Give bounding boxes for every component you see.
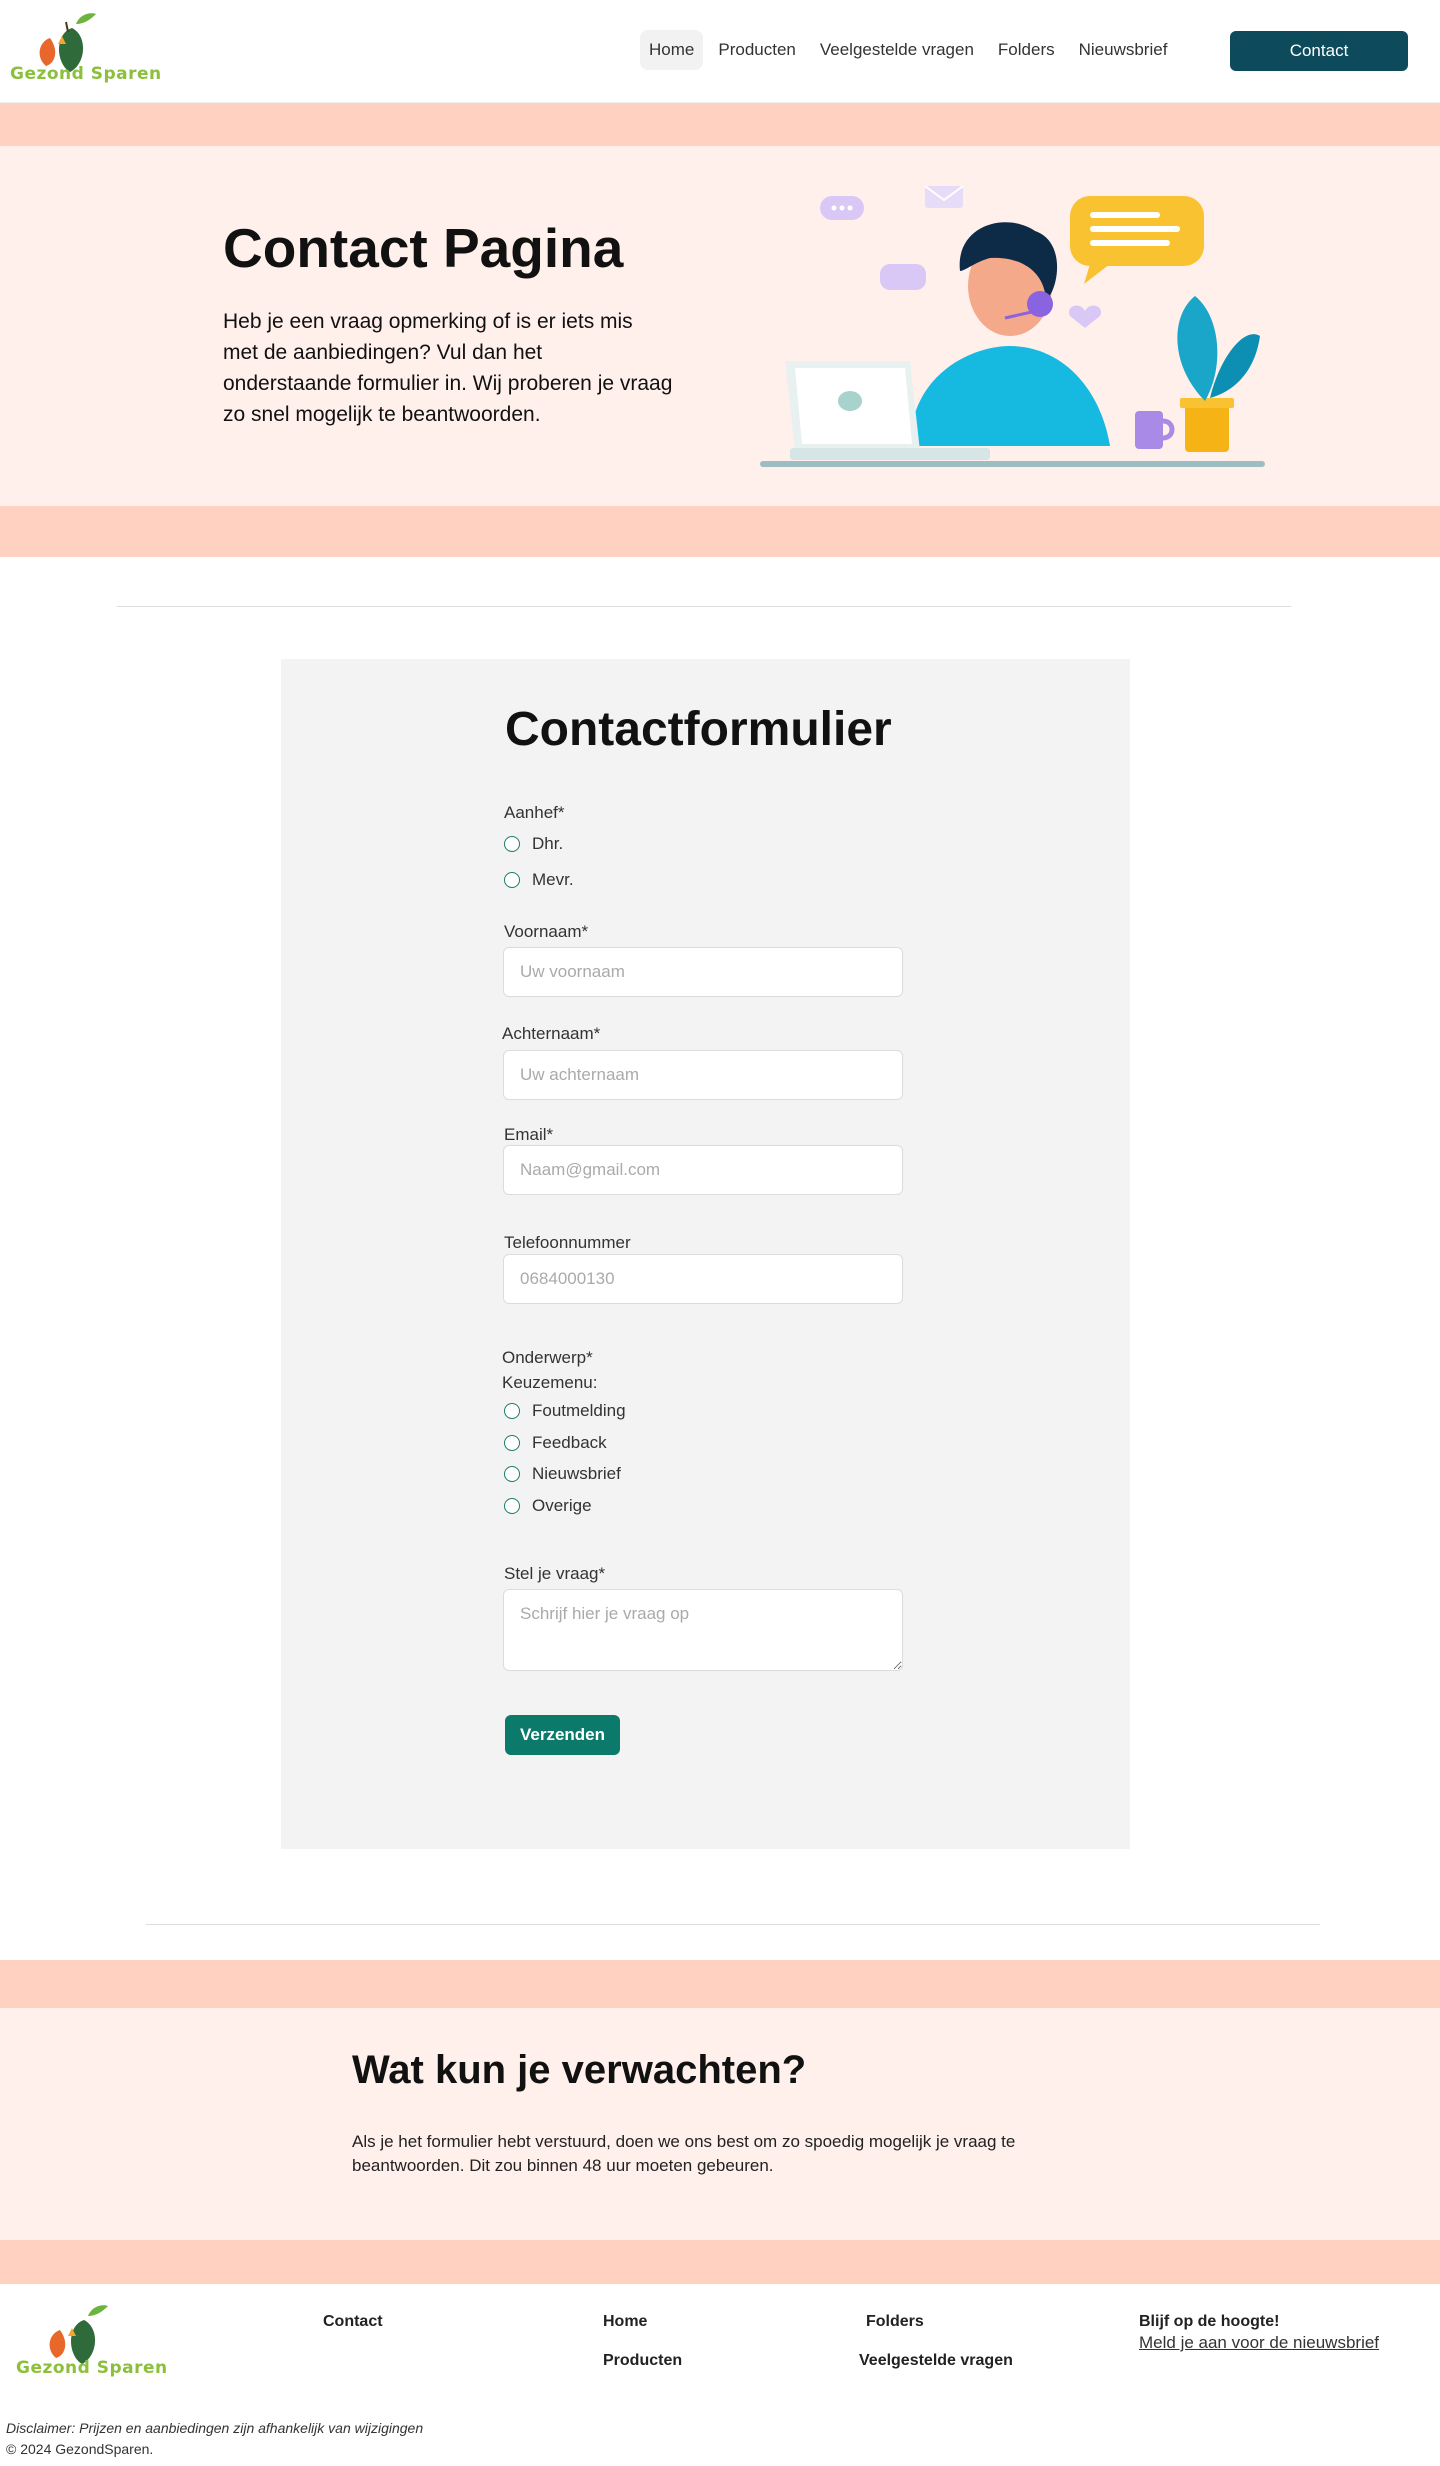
firstname-input[interactable]: [503, 947, 903, 997]
question-textarea[interactable]: [503, 1589, 903, 1671]
lastname-label: Achternaam*: [502, 1024, 601, 1043]
email-input[interactable]: [503, 1145, 903, 1195]
footer-link-faq[interactable]: Veelgestelde vragen: [859, 2352, 1013, 2370]
submit-button[interactable]: Verzenden: [505, 1715, 620, 1755]
footer-logo-text: Gezond Sparen: [16, 2358, 168, 2378]
footer-link-home[interactable]: Home: [603, 2313, 647, 2331]
expect-band-top: [0, 1960, 1440, 2008]
logo-text: Gezond Sparen: [10, 64, 162, 84]
phone-input[interactable]: [503, 1254, 903, 1304]
radio-nieuwsbrief-label: Nieuwsbrief: [532, 1464, 621, 1483]
hero-title: Contact Pagina: [223, 217, 624, 279]
expect-band-bottom: [0, 2240, 1440, 2284]
footer-link-producten[interactable]: Producten: [603, 2352, 682, 2370]
nav-home[interactable]: Home: [640, 30, 704, 70]
firstname-label: Voornaam*: [504, 922, 589, 941]
radio-foutmelding-circle[interactable]: [504, 1403, 520, 1419]
nav-nieuwsbrief[interactable]: Nieuwsbrief: [1070, 30, 1177, 70]
phone-label: Telefoonnummer: [504, 1233, 631, 1252]
newsletter-link[interactable]: Meld je aan voor de nieuwsbrief: [1139, 2333, 1379, 2353]
subject-label: Onderwerp*: [502, 1348, 593, 1367]
radio-mevr[interactable]: Mevr.: [504, 870, 574, 890]
radio-mevr-label: Mevr.: [532, 870, 574, 889]
footer-link-contact[interactable]: Contact: [323, 2313, 383, 2331]
email-label: Email*: [504, 1125, 554, 1144]
radio-dhr-circle[interactable]: [504, 836, 520, 852]
hero-band-top: [0, 103, 1440, 146]
radio-dhr-label: Dhr.: [532, 834, 564, 853]
footer-link-folders[interactable]: Folders: [866, 2313, 924, 2331]
question-label: Stel je vraag*: [504, 1564, 606, 1583]
hero-section: Contact Pagina Heb je een vraag opmerkin…: [0, 146, 1440, 506]
contact-button[interactable]: Contact: [1230, 31, 1408, 71]
expect-title: Wat kun je verwachten?: [352, 2048, 807, 2092]
expect-text: Als je het formulier hebt verstuurd, doe…: [352, 2132, 1016, 2175]
disclaimer: Disclaimer: Prijzen en aanbiedingen zijn…: [6, 2420, 424, 2436]
divider-bottom: [146, 1924, 1320, 1925]
expect-section: Wat kun je verwachten? Als je het formul…: [0, 2008, 1440, 2240]
radio-feedback-label: Feedback: [532, 1433, 607, 1452]
radio-nieuwsbrief-circle[interactable]: [504, 1466, 520, 1482]
divider-top: [117, 606, 1291, 607]
subject-sublabel: Keuzemenu:: [502, 1373, 598, 1392]
radio-overige-label: Overige: [532, 1496, 592, 1515]
customer-support-illustration-icon: [760, 185, 1265, 467]
nav-producten[interactable]: Producten: [709, 30, 805, 70]
radio-feedback-circle[interactable]: [504, 1435, 520, 1451]
radio-foutmelding-label: Foutmelding: [532, 1401, 626, 1420]
form-title: Contactformulier: [505, 703, 892, 756]
radio-feedback[interactable]: Feedback: [504, 1433, 607, 1453]
newsletter-title: Blijf op de hoogte!: [1139, 2313, 1280, 2330]
lastname-input[interactable]: [503, 1050, 903, 1100]
radio-overige-circle[interactable]: [504, 1498, 520, 1514]
main-nav: Home Producten Veelgestelde vragen Folde…: [640, 30, 1176, 70]
nav-veelgestelde-vragen[interactable]: Veelgestelde vragen: [811, 30, 983, 70]
nav-folders[interactable]: Folders: [989, 30, 1064, 70]
copyright: © 2024 GezondSparen.: [6, 2441, 154, 2457]
salutation-label: Aanhef*: [504, 803, 565, 822]
radio-nieuwsbrief[interactable]: Nieuwsbrief: [504, 1464, 621, 1484]
radio-dhr[interactable]: Dhr.: [504, 834, 563, 854]
hero-text: Heb je een vraag opmerking of is er iets…: [223, 310, 673, 426]
radio-foutmelding[interactable]: Foutmelding: [504, 1401, 626, 1421]
site-header: Gezond Sparen Home Producten Veelgesteld…: [0, 0, 1440, 103]
radio-overige[interactable]: Overige: [504, 1496, 592, 1516]
hero-band-bottom: [0, 506, 1440, 557]
radio-mevr-circle[interactable]: [504, 872, 520, 888]
